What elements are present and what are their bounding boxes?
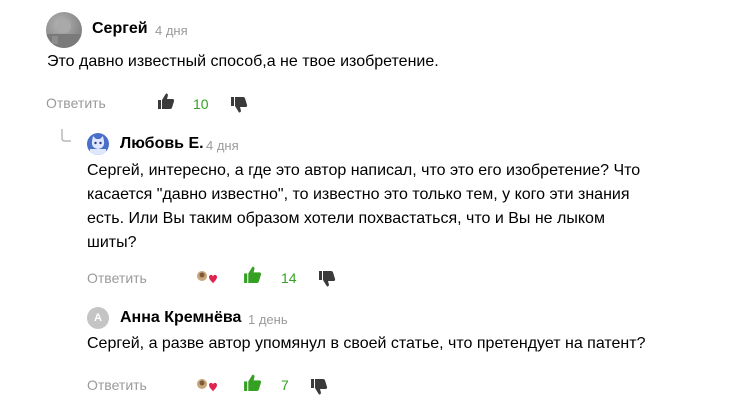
comment-author[interactable]: Любовь Е.	[120, 135, 204, 153]
thumbs-down-icon[interactable]	[310, 378, 328, 396]
avatar-lyubov[interactable]	[87, 133, 109, 155]
reply-button[interactable]: Ответить	[87, 270, 147, 286]
author-heart-badge-icon	[197, 379, 217, 392]
comment-date: 1 день	[248, 312, 288, 327]
comment-author[interactable]: Анна Кремнёва	[120, 309, 241, 327]
avatar-sergey[interactable]	[46, 12, 82, 48]
like-count: 14	[281, 270, 297, 286]
comment-author[interactable]: Сергей	[92, 20, 148, 38]
avatar-letter: А	[94, 312, 102, 324]
comment-date: 4 дня	[206, 138, 239, 153]
reply-button[interactable]: Ответить	[87, 377, 147, 393]
author-heart-badge-icon	[197, 271, 217, 284]
avatar-photo-icon	[46, 19, 82, 48]
avatar-anna[interactable]: А	[87, 307, 109, 329]
like-count: 10	[193, 96, 209, 112]
thread-branch-icon	[61, 129, 71, 142]
comment-text: Сергей, а разве автор упомянул в своей с…	[87, 335, 646, 352]
reply-button[interactable]: Ответить	[46, 95, 106, 111]
thumbs-up-icon[interactable]	[243, 373, 262, 392]
cat-avatar-icon	[90, 136, 106, 155]
thumbs-down-icon[interactable]	[230, 96, 248, 114]
thumbs-up-icon[interactable]	[243, 265, 262, 284]
comment-text: Сергей, интересно, а где это автор напис…	[87, 162, 641, 251]
thumbs-down-icon[interactable]	[318, 270, 336, 288]
like-count: 7	[281, 377, 289, 393]
thumbs-up-icon[interactable]	[157, 92, 175, 110]
comment-text: Это давно известный способ,а не твое изо…	[47, 53, 439, 70]
comment-date: 4 дня	[155, 23, 188, 38]
